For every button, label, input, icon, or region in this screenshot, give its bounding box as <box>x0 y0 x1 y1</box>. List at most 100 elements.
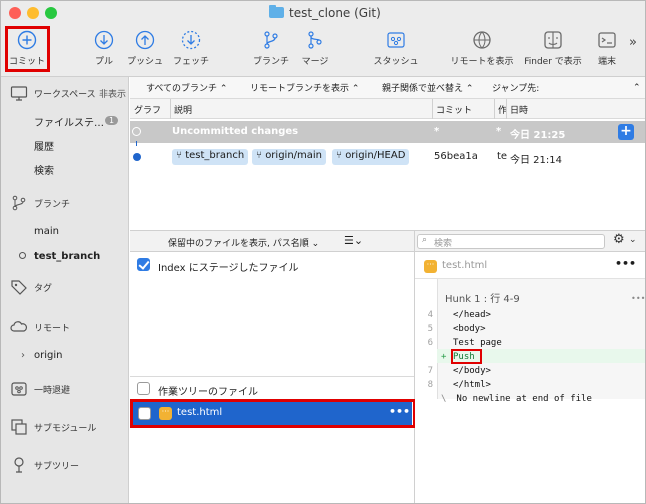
column-description[interactable]: 説明 <box>174 103 192 116</box>
terminal-icon <box>598 32 616 48</box>
current-branch-icon <box>19 252 26 259</box>
sidebar-section-remotes[interactable]: リモート <box>1 317 129 337</box>
list-options-icon[interactable]: ☰⌄ <box>344 234 363 247</box>
add-commit-button[interactable]: + <box>618 124 634 140</box>
view-mode-select[interactable]: 保留中のファイルを表示, パス名順 ⌄ <box>168 236 319 249</box>
sidebar-section-workspace[interactable]: ワークスペース 非表示 <box>1 83 129 103</box>
remote-head-tag-label: origin/HEAD <box>345 150 406 161</box>
subtree-icon <box>14 457 24 473</box>
unstaged-files-checkbox[interactable] <box>137 382 150 395</box>
show-remote-button[interactable]: リモートを表示 <box>449 29 515 73</box>
minimize-window-button[interactable] <box>27 7 39 19</box>
merge-icon <box>308 31 322 49</box>
sidebar-section-subtrees[interactable]: サブツリー <box>1 455 129 475</box>
push-icon <box>135 30 155 50</box>
push-label: プッシュ <box>126 57 163 67</box>
branch-tag[interactable]: ⑂ test_branch <box>172 149 249 165</box>
search-icon: ⌕ <box>422 235 428 245</box>
folder-icon <box>269 5 284 18</box>
file-list-toolbar: 保留中のファイルを表示, パス名順 ⌄ ☰⌄ <box>130 230 414 252</box>
sidebar-section-submodules[interactable]: サブモジュール <box>1 417 129 437</box>
app-window: test_clone (Git) コミット プル プッシュ フェッチ ブランチ … <box>0 0 646 504</box>
diff-more-button[interactable]: ••• <box>615 257 636 270</box>
submodule-icon <box>11 419 27 435</box>
diff-search-bar: ⌕ 検索 ⚙ ⌄ <box>415 230 645 252</box>
sidebar-item-file-status[interactable]: ファイルステ… 1 <box>1 111 129 131</box>
search-input[interactable]: ⌕ 検索 <box>417 234 605 249</box>
jump-to-chevron-icon[interactable]: ⌃ <box>633 83 641 93</box>
commit-author: te <box>497 151 508 162</box>
code-line: <body> <box>453 324 486 334</box>
hunk-more-icon[interactable]: ••• <box>631 294 645 303</box>
all-branches-label: すべてのブランチ <box>146 84 218 94</box>
unstaged-files-header: 作業ツリーのファイル <box>158 387 258 398</box>
sidebar-item-history-label: 履歴 <box>34 141 54 153</box>
parent-order-label: 親子関係で並べ替え <box>382 84 464 94</box>
file-highlight-box <box>130 399 416 428</box>
commit-hash: * <box>434 126 440 137</box>
remote-branch-tag[interactable]: ⑂ origin/main <box>252 149 327 165</box>
column-graph[interactable]: グラフ <box>134 103 161 116</box>
code-line: </head> <box>453 310 491 320</box>
gear-icon[interactable]: ⚙ <box>613 232 625 247</box>
sidebar-item-history[interactable]: 履歴 <box>1 135 129 155</box>
pull-label: プル <box>94 57 113 67</box>
close-window-button[interactable] <box>9 7 21 19</box>
file-status-count-badge: 1 <box>105 116 119 125</box>
show-in-finder-button[interactable]: Finder で表示 <box>521 29 585 73</box>
jump-to-label: ジャンプ先: <box>492 84 540 94</box>
merge-label: マージ <box>301 57 329 67</box>
sidebar-item-remote-origin[interactable]: › origin <box>1 345 129 365</box>
sidebar-item-branch-main[interactable]: main <box>1 221 129 241</box>
sidebar-remotes-label: リモート <box>34 323 71 334</box>
globe-icon <box>473 31 491 49</box>
fetch-button[interactable]: フェッチ <box>171 29 211 73</box>
sidebar-item-branch-current[interactable]: test_branch <box>1 246 129 266</box>
sidebar-hide-button[interactable]: 非表示 <box>99 87 126 100</box>
sidebar-section-stashes[interactable]: 一時退避 <box>1 379 129 399</box>
view-mode-label: 保留中のファイルを表示, パス名順 <box>168 239 309 249</box>
toolbar-overflow-icon[interactable]: » <box>629 35 637 50</box>
branch-tag-label: test_branch <box>185 150 245 161</box>
hunk-header: Hunk 1 : 行 4-9 <box>445 294 520 305</box>
parent-order-select[interactable]: 親子関係で並べ替え ⌃ <box>382 81 473 94</box>
column-divider <box>494 99 495 119</box>
column-date[interactable]: 日時 <box>510 103 528 116</box>
zoom-window-button[interactable] <box>45 7 57 19</box>
sidebar-stashes-label: 一時退避 <box>34 385 71 396</box>
divider <box>130 376 414 377</box>
staged-files-checkbox[interactable] <box>137 258 150 271</box>
commit-row-uncommitted[interactable]: Uncommitted changes * * 今日 21:25 + <box>130 121 645 143</box>
pull-button[interactable]: プル <box>91 29 117 73</box>
merge-button[interactable]: マージ <box>297 29 333 73</box>
chevron-down-icon[interactable]: ⌄ <box>629 235 637 245</box>
sidebar-item-file-status-label: ファイルステ… <box>34 117 104 129</box>
column-commit[interactable]: コミット <box>436 103 472 116</box>
toolbar: test_clone (Git) コミット プル プッシュ フェッチ ブランチ … <box>1 1 645 77</box>
fetch-icon <box>181 30 201 50</box>
stash-button[interactable]: スタッシュ <box>371 29 421 73</box>
sidebar-section-branches[interactable]: ブランチ <box>1 193 129 213</box>
line-number: 8 <box>427 380 433 390</box>
branch-main-label: main <box>34 225 59 237</box>
show-remote-branches-label: リモートブランチを表示 <box>250 84 350 94</box>
push-button[interactable]: プッシュ <box>125 29 165 73</box>
branch-icon <box>12 195 26 211</box>
jump-to-select[interactable]: ジャンプ先: <box>492 81 539 94</box>
commit-table-header: グラフ 説明 コミット 作 日時 <box>130 99 645 119</box>
column-divider <box>170 99 171 119</box>
added-line-highlight-box <box>451 349 482 364</box>
sidebar-section-tags[interactable]: タグ <box>1 277 129 297</box>
commit-row[interactable]: ⑂ test_branch ⑂ origin/main ⑂ origin/HEA… <box>130 146 645 168</box>
terminal-button[interactable]: 端末 <box>593 29 621 73</box>
staged-files-header: Index にステージしたファイル <box>158 263 299 274</box>
show-remote-branches-select[interactable]: リモートブランチを表示 ⌃ <box>250 81 359 94</box>
branch-button[interactable]: ブランチ <box>251 29 291 73</box>
remote-head-tag[interactable]: ⑂ origin/HEAD <box>332 149 410 165</box>
all-branches-select[interactable]: すべてのブランチ ⌃ <box>146 81 227 94</box>
line-number: 6 <box>427 338 433 348</box>
sidebar-item-search[interactable]: 検索 <box>1 159 129 179</box>
no-newline-sign: \ <box>441 394 447 404</box>
graph-node-icon <box>132 127 141 136</box>
remote-origin-label: origin <box>34 349 63 361</box>
